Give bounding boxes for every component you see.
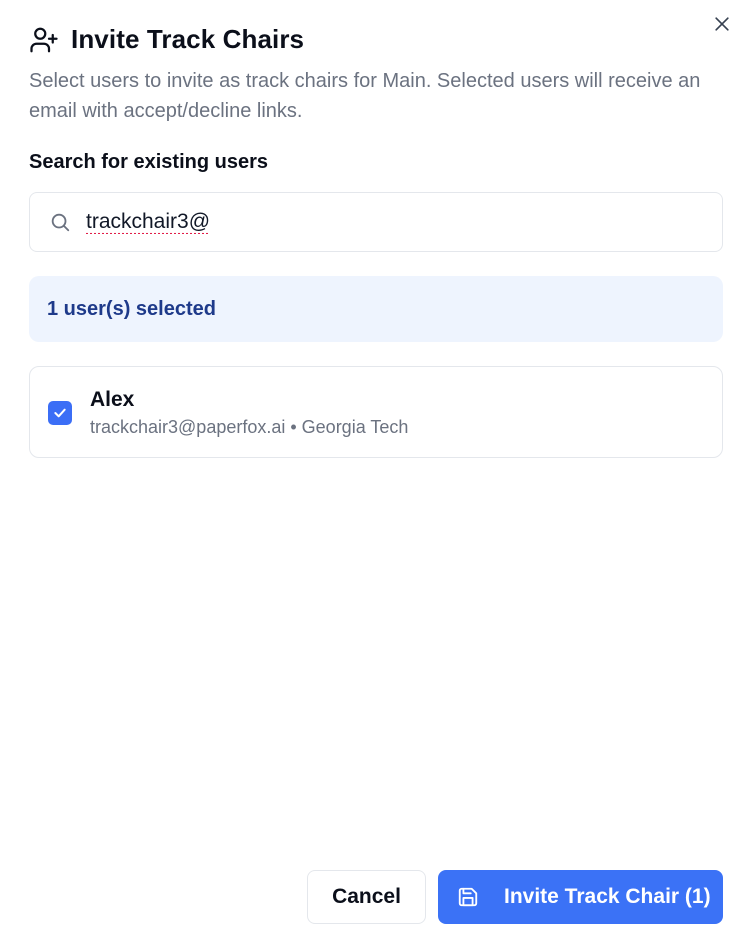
save-icon	[456, 885, 480, 909]
user-checkbox[interactable]	[48, 401, 72, 425]
search-input[interactable]	[86, 210, 666, 234]
search-label: Search for existing users	[29, 151, 268, 173]
user-details: trackchair3@paperfox.ai • Georgia Tech	[90, 417, 409, 437]
invite-track-chair-button[interactable]: Invite Track Chair (1)	[438, 870, 723, 924]
dialog-title: Invite Track Chairs	[71, 24, 305, 54]
dialog-header: Invite Track Chairs	[29, 24, 304, 55]
selection-summary: 1 user(s) selected	[29, 276, 723, 342]
cancel-button[interactable]: Cancel	[307, 870, 426, 924]
user-plus-icon	[29, 25, 59, 55]
invite-button-label: Invite Track Chair (1)	[504, 885, 711, 908]
invite-track-chairs-dialog: Invite Track Chairs Select users to invi…	[0, 0, 752, 944]
check-icon	[54, 408, 66, 418]
search-icon	[48, 210, 72, 234]
list-item[interactable]: Alex trackchair3@paperfox.ai • Georgia T…	[29, 366, 723, 458]
dialog-description: Select users to invite as track chairs f…	[29, 70, 701, 122]
user-name: Alex	[90, 388, 135, 411]
search-box[interactable]	[29, 192, 723, 252]
close-icon[interactable]	[710, 12, 734, 36]
